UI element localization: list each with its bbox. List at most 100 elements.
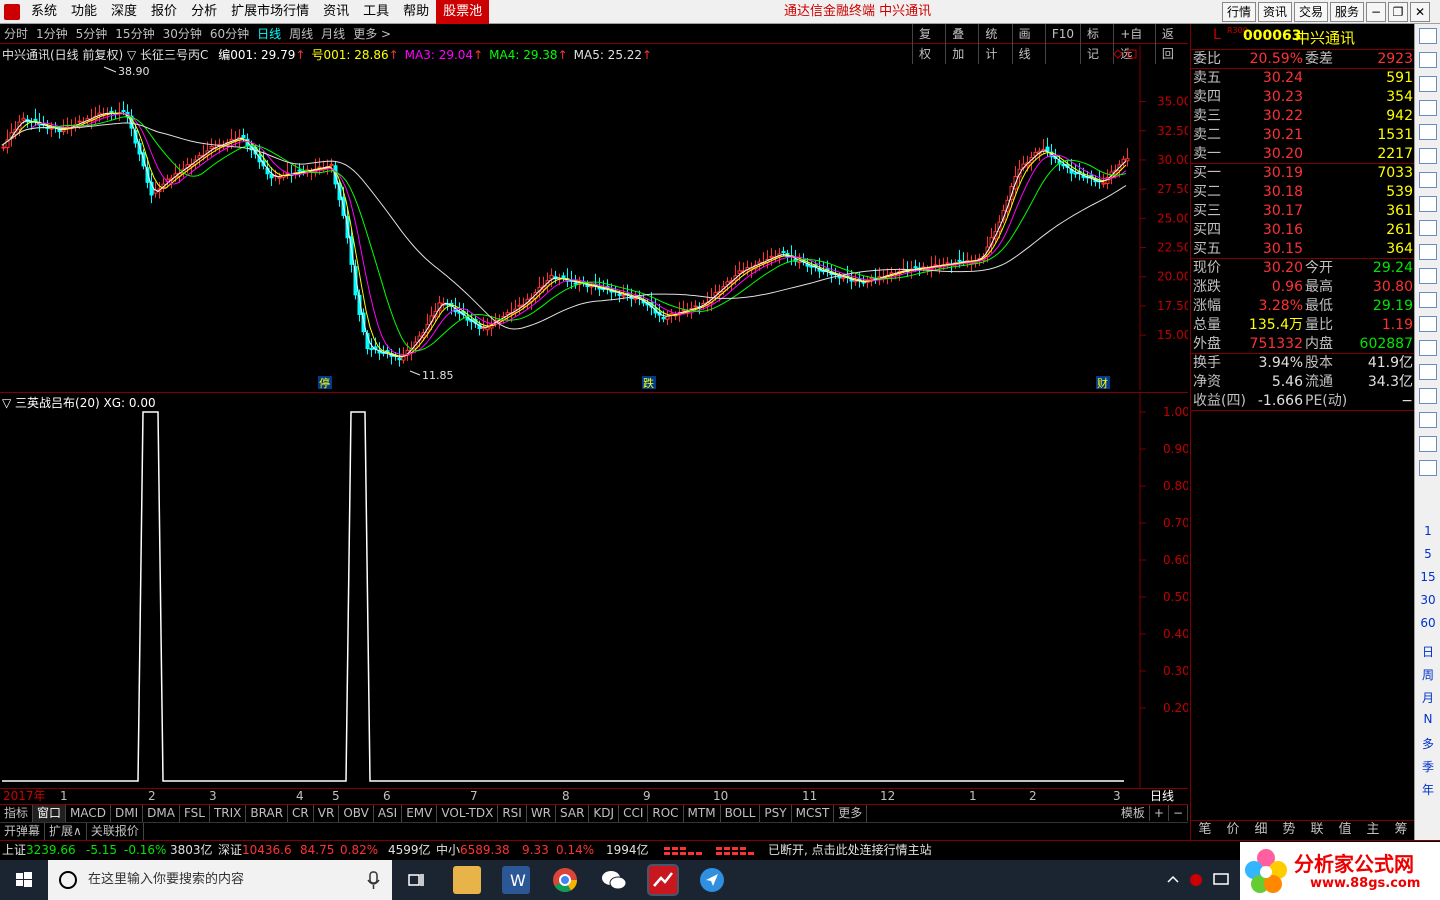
indicator-tab-16[interactable]: SAR	[556, 805, 590, 822]
indicator-tab-4[interactable]: DMA	[143, 805, 180, 822]
indicator-tab-10[interactable]: OBV	[339, 805, 374, 822]
quote-tab-4[interactable]: 联	[1303, 821, 1331, 838]
indicator-tab-6[interactable]: TRIX	[210, 805, 247, 822]
windows-start-button[interactable]	[0, 860, 48, 900]
period-tab-0[interactable]: 分时	[0, 24, 32, 44]
indicator-tab-14[interactable]: RSI	[498, 805, 527, 822]
period-shortcut-6[interactable]: 年	[1415, 781, 1440, 798]
sub-tab-2[interactable]: 关联报价	[87, 823, 144, 840]
menu-item-3[interactable]: 报价	[144, 0, 184, 24]
layout-icon[interactable]	[1419, 436, 1437, 452]
flag-icon[interactable]	[1419, 220, 1437, 236]
refresh-icon[interactable]	[1419, 460, 1437, 476]
candlestick-chart[interactable]: 35.00 32.50 30.00 27.50 25.00 22.50 20.00 17.50…	[0, 45, 1188, 390]
close-icon[interactable]: ✕	[1410, 2, 1431, 22]
quote-tab-7[interactable]: 筹	[1387, 821, 1415, 838]
menu-item-2[interactable]: 深度	[104, 0, 144, 24]
price-chart-panel[interactable]: 中兴通讯(日线 前复权) ▽ 长征三号丙C 编001: 29.79↑ 号001: …	[0, 45, 1188, 390]
indicator-tab-9[interactable]: VR	[314, 805, 340, 822]
menu-item-6[interactable]: 资讯	[316, 0, 356, 24]
indicator-name[interactable]: ▽ 长征三号丙C	[127, 48, 208, 62]
menu-item-7[interactable]: 工具	[356, 0, 396, 24]
period-tab-3[interactable]: 15分钟	[111, 24, 158, 44]
doc-icon[interactable]	[1419, 196, 1437, 212]
menu-item-8[interactable]: 帮助	[396, 0, 436, 24]
indicator-tab-13[interactable]: VOL-TDX	[437, 805, 499, 822]
arrow-up-icon[interactable]	[1419, 28, 1437, 44]
indicator-tab-0[interactable]: 指标	[0, 805, 34, 822]
indicator-control-0[interactable]: 模板	[1117, 805, 1150, 821]
period-tab-6[interactable]: 日线	[253, 24, 285, 44]
table-icon[interactable]	[1419, 124, 1437, 140]
period-shortcut-1[interactable]: 1	[1415, 524, 1440, 538]
period-shortcut-30[interactable]: 30	[1415, 593, 1440, 607]
period-tab-5[interactable]: 60分钟	[206, 24, 253, 44]
list-icon[interactable]	[1419, 76, 1437, 92]
grid-icon[interactable]	[1419, 52, 1437, 68]
period-shortcut-0[interactable]: 日	[1415, 643, 1440, 660]
indicator-control-1[interactable]: +	[1150, 805, 1169, 821]
period-tab-4[interactable]: 30分钟	[159, 24, 206, 44]
chart-icon[interactable]	[1419, 100, 1437, 116]
menu-item-stock-pool[interactable]: 股票池	[436, 0, 490, 24]
messenger-icon[interactable]	[698, 866, 726, 894]
file-explorer-icon[interactable]	[453, 866, 481, 894]
quote-tab-0[interactable]: 笔	[1191, 821, 1219, 838]
minimize-icon[interactable]: −	[1366, 2, 1387, 22]
quote-tab-5[interactable]: 值	[1331, 821, 1359, 838]
task-view-icon[interactable]	[402, 866, 430, 894]
quote-icon[interactable]	[1419, 244, 1437, 260]
wechat-icon[interactable]	[600, 866, 628, 894]
window-icon[interactable]	[1419, 292, 1437, 308]
indicator-tab-5[interactable]: FSL	[180, 805, 210, 822]
indicator-tab-1[interactable]: 窗口	[33, 805, 67, 822]
indicator-tab-20[interactable]: MTM	[684, 805, 721, 822]
taskbar-search-box[interactable]: 在这里输入你要搜索的内容	[48, 860, 392, 900]
indicator-tab-8[interactable]: CR	[288, 805, 314, 822]
period-shortcut-60[interactable]: 60	[1415, 616, 1440, 630]
period-shortcut-5[interactable]: 季	[1415, 758, 1440, 775]
indicator-tab-7[interactable]: BRAR	[246, 805, 289, 822]
top-button-0[interactable]: 行情	[1222, 2, 1257, 22]
menu-item-0[interactable]: 系统	[24, 0, 64, 24]
period-shortcut-4[interactable]: 多	[1415, 735, 1440, 752]
indicator-tab-3[interactable]: DMI	[111, 805, 144, 822]
quote-tab-3[interactable]: 势	[1275, 821, 1303, 838]
f10-icon[interactable]	[1419, 268, 1437, 284]
move-icon[interactable]	[1419, 388, 1437, 404]
pen-icon[interactable]	[1419, 412, 1437, 428]
indicator-control-2[interactable]: −	[1169, 805, 1188, 821]
indicator-tab-15[interactable]: WR	[527, 805, 557, 822]
indicator-tab-24[interactable]: 更多	[834, 805, 868, 822]
indicator-tab-22[interactable]: PSY	[760, 805, 792, 822]
bar-chart-icon[interactable]	[1419, 172, 1437, 188]
sub-tab-0[interactable]: 开弹幕	[0, 823, 46, 840]
period-tab-1[interactable]: 1分钟	[32, 24, 72, 44]
period-shortcut-3[interactable]: N	[1415, 712, 1440, 726]
indicator-tab-17[interactable]: KDJ	[589, 805, 620, 822]
compare-icon[interactable]	[1419, 316, 1437, 332]
word-icon[interactable]: W	[502, 866, 530, 894]
quote-tab-6[interactable]: 主	[1359, 821, 1387, 838]
period-tab-8[interactable]: 月线	[317, 24, 349, 44]
menu-item-5[interactable]: 扩展市场行情	[224, 0, 316, 24]
indicator-tab-2[interactable]: MACD	[66, 805, 112, 822]
period-shortcut-5[interactable]: 5	[1415, 547, 1440, 561]
restore-icon[interactable]: ❐	[1388, 2, 1409, 22]
period-tab-7[interactable]: 周线	[285, 24, 317, 44]
system-tray[interactable]	[1160, 860, 1240, 900]
period-shortcut-1[interactable]: 周	[1415, 666, 1440, 683]
connection-message[interactable]: 已断开, 点击此处连接行情主站	[768, 841, 932, 860]
indicator-tab-12[interactable]: EMV	[402, 805, 438, 822]
quote-tab-1[interactable]: 价	[1219, 821, 1247, 838]
indicator-tab-23[interactable]: MCST	[792, 805, 835, 822]
top-button-3[interactable]: 服务	[1330, 2, 1365, 22]
top-button-2[interactable]: 交易	[1294, 2, 1329, 22]
quote-tab-2[interactable]: 细	[1247, 821, 1275, 838]
menu-item-4[interactable]: 分析	[184, 0, 224, 24]
indicator-tab-18[interactable]: CCI	[619, 805, 649, 822]
indicator-tab-11[interactable]: ASI	[374, 805, 403, 822]
diamond-icon[interactable]	[1419, 364, 1437, 380]
menu-item-1[interactable]: 功能	[64, 0, 104, 24]
period-tab-2[interactable]: 5分钟	[72, 24, 112, 44]
